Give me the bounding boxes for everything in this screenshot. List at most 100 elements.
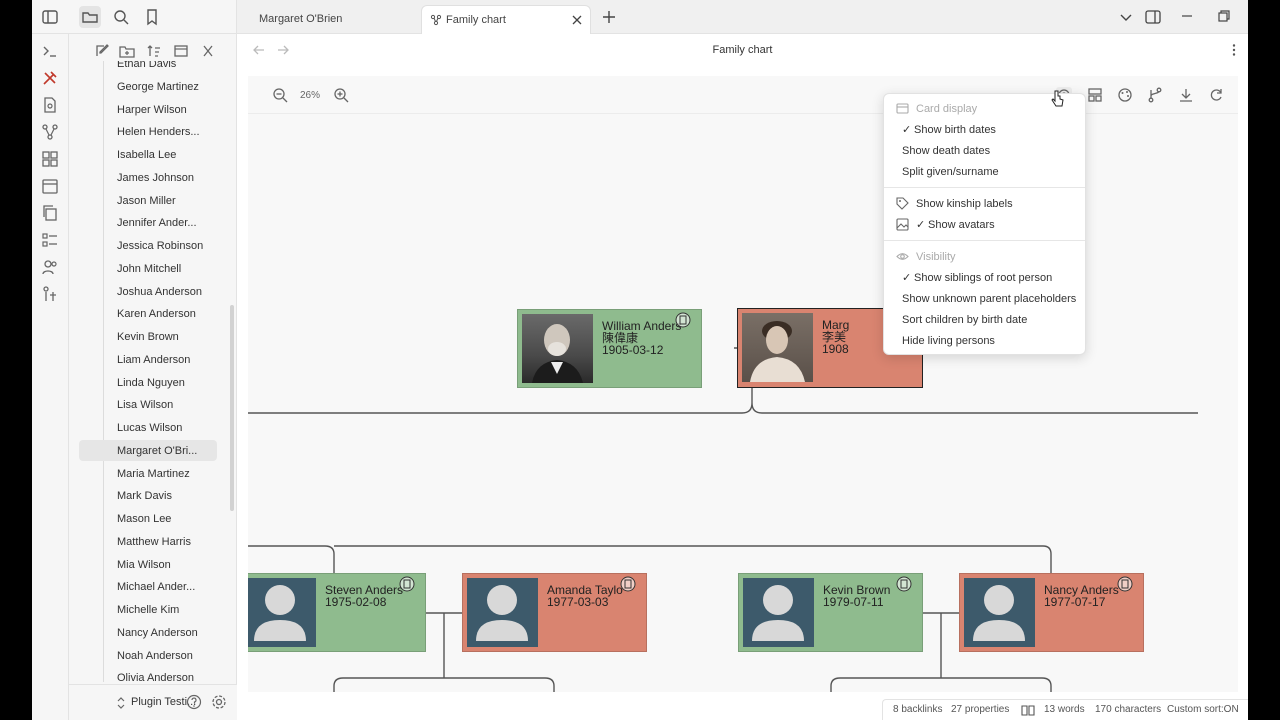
file-item[interactable]: Matthew Harris [117, 535, 227, 549]
family-tree-icon[interactable] [41, 285, 59, 303]
sidebar-scrollbar[interactable] [230, 305, 234, 511]
vault-switcher[interactable]: Plugin Testi... [69, 684, 237, 720]
file-item[interactable]: Helen Henders... [117, 125, 227, 139]
file-item[interactable]: George Martinez [117, 80, 227, 94]
file-item[interactable]: Lisa Wilson [117, 398, 227, 412]
open-note-icon[interactable] [399, 576, 415, 592]
card-display-icon [896, 103, 909, 114]
file-item[interactable]: Linda Nguyen [117, 376, 227, 390]
person-dates: 1977-03-03 [547, 595, 609, 609]
file-item[interactable]: Ethan Davis [117, 61, 227, 71]
copy-icon[interactable] [41, 204, 59, 222]
file-item[interactable]: Jason Miller [117, 194, 227, 208]
file-explorer: Ethan Davis George Martinez Harper Wilson H… [69, 34, 237, 720]
new-folder-icon[interactable] [119, 43, 135, 59]
file-item[interactable]: Mark Davis [117, 489, 227, 503]
file-item[interactable]: Jennifer Ander... [117, 216, 227, 230]
menu-item-label: Show birth dates [914, 124, 996, 136]
people-icon[interactable] [41, 258, 59, 276]
terminal-icon[interactable] [41, 42, 59, 60]
open-note-icon[interactable] [1117, 576, 1133, 592]
person-card-william[interactable]: William Anders 陳偉康 1905-03-12 [517, 309, 702, 388]
file-item[interactable]: Liam Anderson [117, 353, 227, 367]
folder-icon[interactable] [81, 8, 99, 26]
tab-family-chart[interactable]: Family chart [421, 5, 591, 34]
restore-icon[interactable] [1218, 10, 1230, 22]
menu-item-sort-children[interactable]: Sort children by birth date [902, 314, 1027, 326]
person-card-nancy[interactable]: Nancy Anders 1977-07-17 [959, 573, 1144, 652]
menu-separator [884, 240, 1085, 241]
file-item[interactable]: James Johnson [117, 171, 227, 185]
person-card-amanda[interactable]: Amanda Taylo 1977-03-03 [462, 573, 647, 652]
menu-item-show-siblings[interactable]: ✓ Show siblings of root person [902, 272, 1052, 284]
toggle-sidebar-icon[interactable] [41, 8, 59, 26]
settings-gear-icon[interactable] [211, 694, 227, 710]
file-item[interactable]: Karen Anderson [117, 307, 227, 321]
display-options-menu: Card display ✓ Show birth dates Show deat… [883, 93, 1086, 355]
reading-mode-icon[interactable] [1021, 703, 1035, 717]
file-item[interactable]: Lucas Wilson [117, 421, 227, 435]
eye-icon [896, 253, 909, 260]
open-note-icon[interactable] [896, 576, 912, 592]
family-chart-canvas[interactable]: 26% William Anders 陳偉康 1905-03-12 Marg 李… [248, 76, 1238, 692]
canvas-icon[interactable] [41, 150, 59, 168]
menu-item-hide-living[interactable]: Hide living persons [902, 335, 995, 347]
bookmark-icon[interactable] [143, 8, 161, 26]
file-item[interactable]: Michelle Kim [117, 603, 227, 617]
close-all-icon[interactable] [200, 43, 216, 59]
file-item[interactable]: Jessica Robinson [117, 239, 227, 253]
file-item[interactable]: Michael Ander... [117, 580, 227, 594]
person-dates: 1908 [822, 342, 849, 356]
new-tab-icon[interactable] [602, 10, 616, 24]
person-card-kevin[interactable]: Kevin Brown 1979-07-11 [738, 573, 923, 652]
minimize-icon[interactable] [1181, 10, 1193, 22]
new-note-icon[interactable] [94, 43, 110, 59]
file-item[interactable]: Mason Lee [117, 512, 227, 526]
menu-item-show-unknown-parents[interactable]: Show unknown parent placeholders [902, 293, 1076, 305]
person-silhouette-icon [752, 585, 804, 641]
file-item[interactable]: Kevin Brown [117, 330, 227, 344]
close-tab-icon[interactable] [571, 14, 583, 26]
file-item[interactable]: Noah Anderson [117, 649, 227, 663]
file-item[interactable]: Nancy Anderson [117, 626, 227, 640]
backlinks-count[interactable]: 8 backlinks [893, 704, 942, 715]
word-count: 13 words [1044, 704, 1085, 715]
person-dates: 1905-03-12 [602, 343, 664, 357]
file-item[interactable]: Harper Wilson [117, 103, 227, 117]
tab-list-chevron-icon[interactable] [1119, 10, 1133, 24]
list-icon[interactable] [41, 231, 59, 249]
tab-margaret[interactable]: Margaret O'Brien [251, 5, 421, 34]
file-item[interactable]: John Mitchell [117, 262, 227, 276]
file-item[interactable]: Maria Martinez [117, 467, 227, 481]
more-options-icon[interactable] [1227, 43, 1241, 57]
tools-icon[interactable] [41, 69, 59, 87]
file-item[interactable]: Olivia Anderson [117, 671, 227, 684]
file-item[interactable]: Margaret O'Bri... [117, 444, 227, 458]
graph-icon[interactable] [41, 123, 59, 141]
menu-item-show-birth-dates[interactable]: ✓ Show birth dates [902, 124, 996, 136]
menu-item-show-avatars[interactable]: ✓ Show avatars [916, 219, 995, 231]
custom-sort-status[interactable]: Custom sort:ON [1167, 704, 1239, 715]
man-portrait-icon [532, 324, 583, 383]
sort-icon[interactable] [146, 43, 162, 59]
person-info: Marg 李美 1908 [822, 319, 849, 355]
menu-item-show-death-dates[interactable]: Show death dates [902, 145, 990, 157]
file-search-icon[interactable] [41, 96, 59, 114]
chevron-up-down-icon[interactable] [115, 696, 127, 710]
file-item[interactable]: Mia Wilson [117, 558, 227, 572]
properties-count[interactable]: 27 properties [951, 704, 1009, 715]
search-icon[interactable] [112, 8, 130, 26]
person-silhouette-icon [254, 585, 306, 641]
menu-item-split-names[interactable]: Split given/surname [902, 166, 999, 178]
open-note-icon[interactable] [675, 312, 691, 328]
collapse-icon[interactable] [173, 43, 189, 59]
person-card-steven[interactable]: Steven Anders 1975-02-08 [248, 573, 426, 652]
character-count: 170 characters [1095, 704, 1162, 715]
toggle-right-sidebar-icon[interactable] [1145, 9, 1161, 25]
calendar-icon[interactable] [41, 177, 59, 195]
menu-item-show-kinship[interactable]: Show kinship labels [916, 198, 1013, 210]
file-item[interactable]: Joshua Anderson [117, 285, 227, 299]
file-item[interactable]: Isabella Lee [117, 148, 227, 162]
open-note-icon[interactable] [620, 576, 636, 592]
help-icon[interactable] [186, 694, 202, 710]
